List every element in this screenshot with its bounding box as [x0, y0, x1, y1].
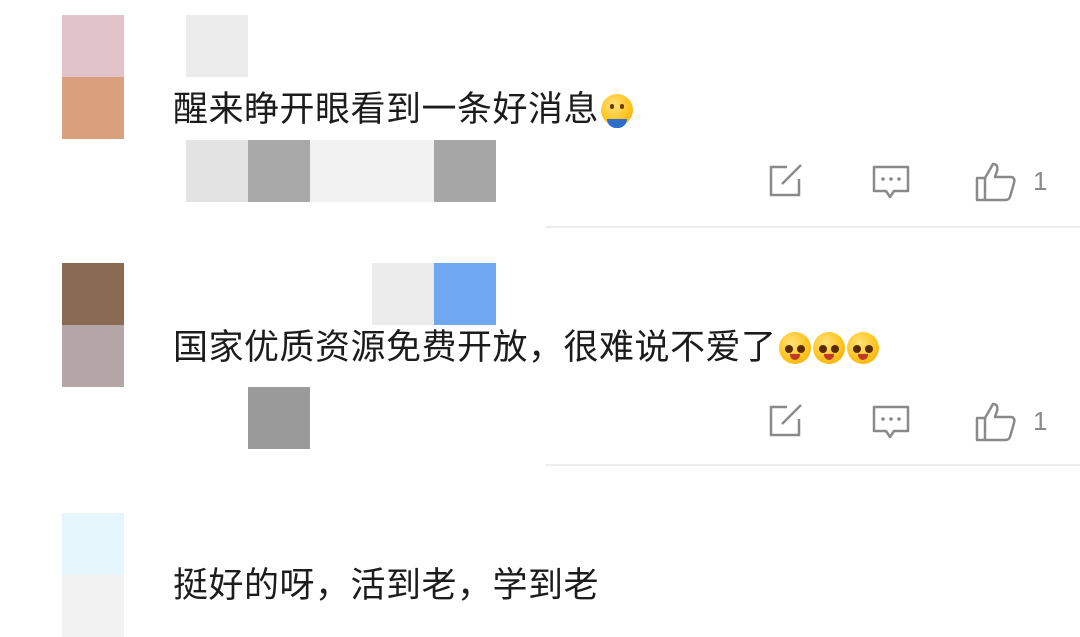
share-button[interactable] [767, 403, 805, 443]
username-mosaic[interactable] [186, 15, 498, 77]
avatar[interactable] [62, 263, 124, 387]
smile-hug-icon [601, 94, 634, 128]
avatar[interactable] [62, 15, 124, 139]
share-icon [769, 164, 802, 197]
reply-button[interactable] [872, 165, 910, 205]
comment-item: 挺好的呀，活到老，学到老 [0, 468, 1080, 637]
comment-text: 醒来睁开眼看到一条好消息 [173, 88, 634, 132]
divider [545, 464, 1080, 466]
heart-eyes-icon [846, 332, 879, 364]
comment-item: 国家优质资源免费开放，很难说不爱了 1 [0, 230, 1080, 466]
heart-eyes-icon [778, 332, 811, 364]
like-button[interactable]: 1 [975, 160, 1047, 202]
comment-icon [872, 405, 910, 439]
username-mosaic[interactable] [372, 263, 496, 325]
heart-eyes-icon [812, 332, 845, 364]
like-count: 1 [1033, 405, 1048, 436]
comment-text: 国家优质资源免费开放，很难说不爱了 [173, 326, 879, 370]
comment-item: 醒来睁开眼看到一条好消息 1 [0, 0, 1080, 228]
like-button[interactable]: 1 [975, 400, 1047, 442]
comment-icon [872, 165, 910, 199]
reply-button[interactable] [872, 405, 910, 445]
thumbs-up-icon [975, 162, 1016, 202]
share-button[interactable] [767, 163, 805, 203]
thumbs-up-icon [975, 402, 1016, 442]
comment-text: 挺好的呀，活到老，学到老 [173, 566, 600, 606]
like-count: 1 [1033, 165, 1048, 196]
divider [545, 226, 1080, 228]
avatar[interactable] [62, 513, 124, 637]
share-icon [769, 404, 802, 437]
